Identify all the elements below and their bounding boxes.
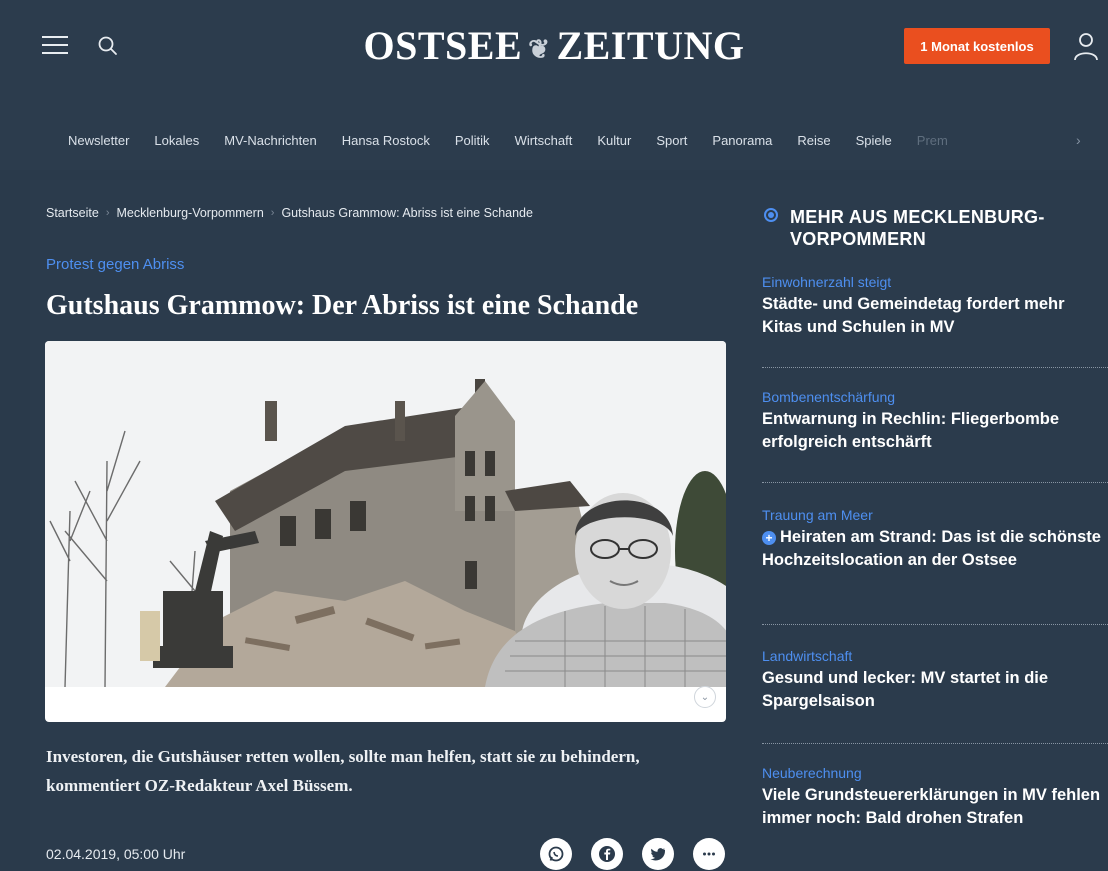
sidebar-title: MEHR AUS MECKLENBURG-VORPOMMERN (790, 207, 1045, 249)
story-kicker: Neuberechnung (762, 765, 862, 781)
article-kicker: Protest gegen Abriss (46, 256, 185, 273)
share-twitter-icon[interactable] (642, 838, 674, 870)
story-divider (762, 624, 1108, 625)
nav-scroll-right-icon[interactable]: › (1076, 132, 1081, 148)
main-navigation: Newsletter Lokales MV-Nachrichten Hansa … (0, 120, 1108, 160)
story-kicker: Bombenentschärfung (762, 389, 896, 405)
sidebar-story[interactable]: Landwirtschaft Gesund und lecker: MV sta… (762, 648, 1108, 713)
sidebar-story[interactable]: Neuberechnung Viele Grundsteuererklärung… (762, 765, 1108, 830)
caption-expand-icon[interactable]: ⌄ (694, 686, 716, 708)
breadcrumb-item-home[interactable]: Startseite (46, 206, 99, 220)
story-headline-premium[interactable]: + Heiraten am Strand: Das ist die schönst… (762, 526, 1108, 572)
story-divider (762, 743, 1108, 744)
site-header: OSTSEE ❦ ZEITUNG 1 Monat kostenlos Newslet… (0, 0, 1108, 170)
logo-emblem-icon: ❦ (528, 34, 551, 64)
breadcrumb-item-region[interactable]: Mecklenburg-Vorpommern (116, 206, 263, 220)
breadcrumb-item-current: Gutshaus Grammow: Abriss ist eine Schand… (281, 206, 533, 220)
hero-photo (45, 341, 726, 687)
article-date: 02.04.2019, 05:00 Uhr (46, 846, 186, 862)
nav-item-lokales[interactable]: Lokales (154, 133, 199, 148)
story-kicker: Einwohnerzahl steigt (762, 274, 892, 290)
article-lead: Investoren, die Gutshäuser retten wollen… (46, 747, 640, 795)
nav-item-wirtschaft[interactable]: Wirtschaft (515, 133, 573, 148)
story-divider (762, 482, 1108, 483)
subscribe-button[interactable]: 1 Monat kostenlos (904, 28, 1050, 64)
story-headline[interactable]: Viele Grundsteuererklärungen in MV fehle… (762, 784, 1108, 830)
nav-item-mv-nachrichten[interactable]: MV-Nachrichten (224, 133, 316, 148)
sidebar-story[interactable]: Einwohnerzahl steigt Städte- und Gemeind… (762, 274, 1108, 339)
nav-item-hansa-rostock[interactable]: Hansa Rostock (342, 133, 430, 148)
premium-plus-icon: + (762, 531, 776, 545)
nav-item-prem[interactable]: Prem (917, 133, 948, 148)
sidebar-story[interactable]: Bombenentschärfung Entwarnung in Rechlin… (762, 389, 1108, 454)
breadcrumb-separator-icon: › (270, 207, 275, 219)
hero-image (45, 341, 726, 722)
sidebar-story[interactable]: Trauung am Meer + Heiraten am Strand: Das… (762, 507, 1108, 572)
nav-item-politik[interactable]: Politik (455, 133, 490, 148)
article-headline: Gutshaus Grammow: Der Abriss ist eine Sc… (46, 290, 639, 321)
nav-item-sport[interactable]: Sport (656, 133, 687, 148)
share-more-icon[interactable] (693, 838, 725, 870)
nav-item-spiele[interactable]: Spiele (856, 133, 892, 148)
story-kicker: Trauung am Meer (762, 507, 873, 523)
breadcrumb: Startseite › Mecklenburg-Vorpommern › Gu… (46, 206, 533, 220)
nav-item-panorama[interactable]: Panorama (712, 133, 772, 148)
user-account-icon[interactable] (1072, 30, 1100, 62)
story-kicker: Landwirtschaft (762, 648, 853, 664)
nav-item-kultur[interactable]: Kultur (597, 133, 631, 148)
logo-text-left: OSTSEE (363, 23, 523, 68)
share-whatsapp-icon[interactable] (540, 838, 572, 870)
story-headline[interactable]: Städte- und Gemeindetag fordert mehr Kit… (762, 293, 1108, 339)
story-divider (762, 367, 1108, 368)
radio-dot-icon (764, 208, 778, 222)
story-headline[interactable]: Entwarnung in Rechlin: Fliegerbombe erfo… (762, 408, 1108, 454)
breadcrumb-separator-icon: › (105, 207, 110, 219)
story-headline: Heiraten am Strand: Das ist die schönste… (762, 528, 1101, 569)
nav-item-newsletter[interactable]: Newsletter (68, 133, 129, 148)
logo-text-right: ZEITUNG (556, 23, 745, 68)
share-facebook-icon[interactable] (591, 838, 623, 870)
story-headline[interactable]: Gesund und lecker: MV startet in die Spa… (762, 667, 1108, 713)
nav-item-reise[interactable]: Reise (797, 133, 830, 148)
